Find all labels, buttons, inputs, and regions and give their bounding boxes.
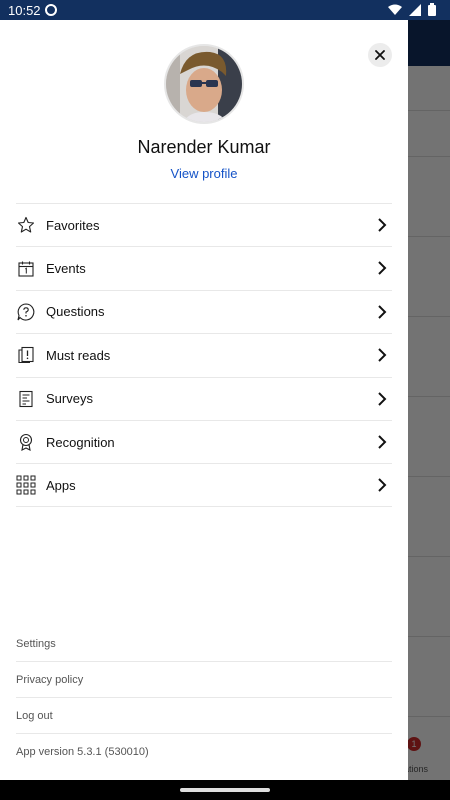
apps-grid-icon (16, 475, 36, 495)
chevron-right-icon (378, 435, 387, 449)
close-button[interactable] (368, 43, 392, 67)
chevron-right-icon (378, 218, 387, 232)
app-version: App version 5.3.1 (530010) (16, 746, 149, 758)
question-bubble-icon (16, 302, 36, 322)
drawer-footer: Settings Privacy policy Log out App vers… (16, 626, 392, 770)
home-gesture-pill[interactable] (180, 788, 270, 792)
notification-icon (45, 4, 57, 16)
chevron-right-icon (378, 261, 387, 276)
menu-item-label: Surveys (46, 391, 93, 407)
award-icon (16, 432, 36, 452)
menu-item-recognition[interactable]: Recognition (16, 419, 392, 463)
must-read-icon (16, 345, 36, 365)
settings-link[interactable]: Settings (16, 626, 392, 662)
menu-item-label: Events (46, 261, 86, 277)
navigation-drawer: Narender Kumar View profile Favorites Ev… (0, 20, 408, 780)
menu-item-events[interactable]: Events (16, 246, 392, 289)
system-navigation-bar (0, 780, 450, 800)
menu-item-label: Apps (46, 477, 76, 493)
menu-item-surveys[interactable]: Surveys (16, 376, 392, 420)
view-profile-link[interactable]: View profile (0, 166, 408, 181)
cellular-icon (409, 3, 421, 16)
log-out-link[interactable]: Log out (16, 698, 392, 734)
privacy-policy-link[interactable]: Privacy policy (16, 662, 392, 698)
chevron-right-icon (378, 478, 387, 493)
battery-icon (428, 3, 436, 16)
avatar-photo (166, 46, 242, 122)
wifi-icon (388, 4, 402, 15)
menu-item-apps[interactable]: Apps (16, 463, 392, 507)
status-bar: 10:52 (0, 0, 450, 20)
chevron-right-icon (378, 348, 387, 362)
menu-item-label: Questions (46, 304, 105, 320)
status-time: 10:52 (8, 3, 41, 18)
star-icon (16, 215, 36, 235)
survey-icon (16, 389, 36, 409)
menu-item-questions[interactable]: Questions (16, 289, 392, 333)
drawer-menu: Favorites Events Questions Must reads Su… (16, 203, 392, 507)
menu-item-label: Favorites (46, 217, 100, 233)
chevron-right-icon (378, 391, 387, 406)
avatar[interactable] (164, 44, 244, 124)
status-icons (388, 3, 436, 16)
close-icon (375, 50, 385, 60)
menu-item-must-reads[interactable]: Must reads (16, 333, 392, 376)
user-name: Narender Kumar (137, 137, 271, 157)
menu-item-label: Must reads (46, 347, 111, 363)
menu-item-favorites[interactable]: Favorites (16, 203, 392, 246)
calendar-icon (16, 259, 36, 279)
menu-item-label: Recognition (46, 434, 115, 450)
chevron-right-icon (378, 305, 387, 319)
